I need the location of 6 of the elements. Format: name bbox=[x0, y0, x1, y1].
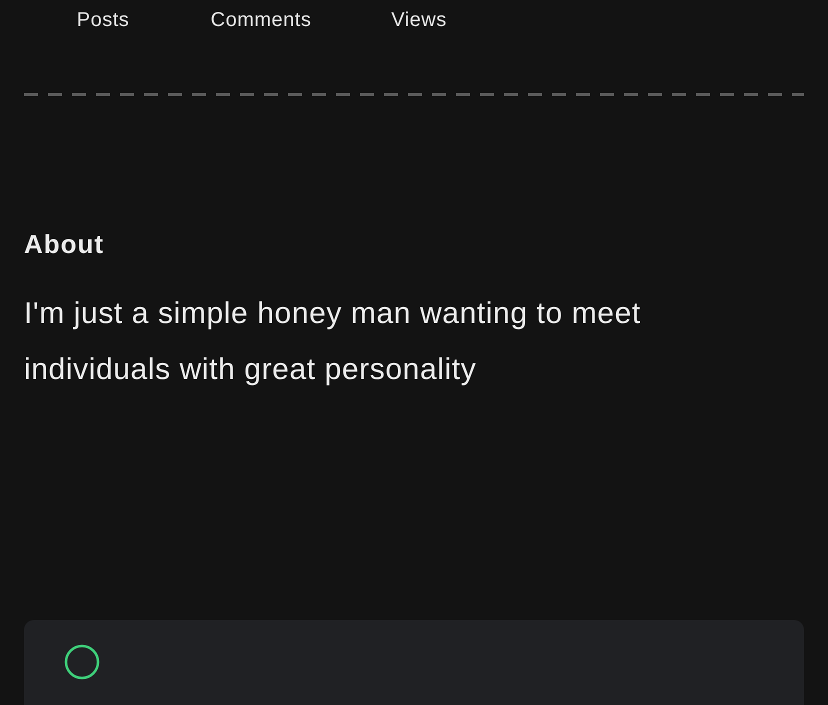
stat-label: Posts bbox=[76, 8, 130, 33]
section-title: About bbox=[24, 228, 106, 261]
stat-label: Comments bbox=[210, 8, 312, 33]
about-text: I'm just a simple honey man wanting to meet individuals with great personality bbox=[24, 296, 642, 388]
circle-icon bbox=[64, 644, 100, 680]
stat-label: Views bbox=[390, 8, 448, 33]
